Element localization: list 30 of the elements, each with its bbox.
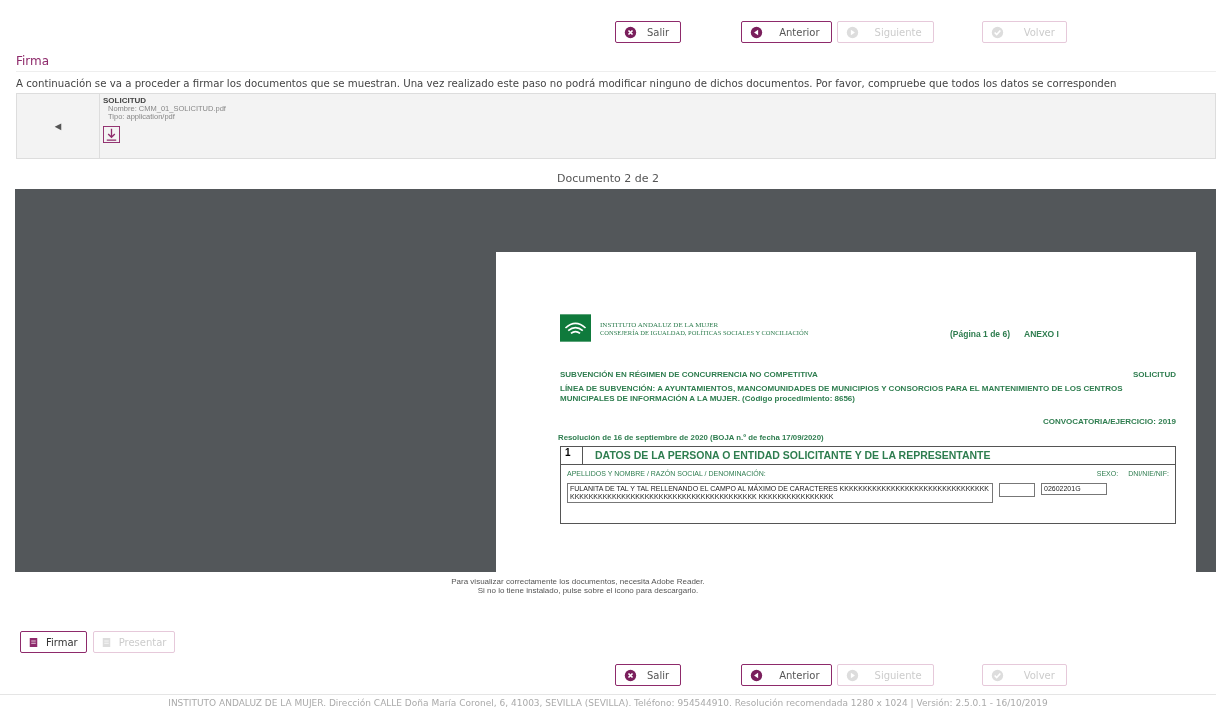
sex-field	[999, 482, 1035, 497]
footer-text: INSTITUTO ANDALUZ DE LA MUJER. Dirección CALLE Doña María Coronel, 6, 41003, SEVILLA (SEVILLA). Teléfono: 954544910. Resolución recomendada 1280 x 1024 | Versión: 2.5.0.1 - 16/10/2019	[167, 697, 1049, 708]
action-button[interactable]: Firmar	[20, 631, 87, 653]
document-icon	[101, 636, 111, 648]
nav-button[interactable]: Anterior	[741, 21, 832, 43]
pdf-heading: SOLICITUD	[1132, 370, 1176, 379]
close-icon	[624, 668, 637, 682]
close-icon	[624, 25, 637, 39]
nav-button[interactable]: Salir	[615, 21, 682, 43]
page-indicator: (Página 1 de 6)	[950, 329, 1010, 339]
section-title: Firma	[16, 54, 1216, 72]
annex-label: ANEXO I	[1024, 329, 1059, 339]
nav-button[interactable]: Anterior	[741, 664, 832, 686]
section-heading: DATOS DE LA PERSONA O ENTIDAD SOLICITANTE Y DE LA REPRESENTANTE	[594, 449, 991, 462]
intro-text: A continuación se va a proceder a firmar los documentos que se muestran. Una vez realizado este paso no podrá modificar ninguno de dichos documentos. Por favor, compruebe que todos los datos se corresponden	[16, 78, 1118, 89]
document-counter: Documento 2 de 2	[556, 171, 660, 187]
section-number: 1	[561, 446, 583, 464]
pdf-heading: SUBVENCIÓN EN RÉGIMEN DE CONCURRENCIA NO COMPETITIVA	[560, 370, 818, 379]
logo-icon	[560, 314, 591, 342]
document-icon	[29, 636, 38, 648]
previous-document-button[interactable]: ◄	[52, 120, 64, 132]
nav-button[interactable]: Salir	[615, 664, 682, 686]
pdf-heading: LÍNEA DE SUBVENCIÓN: A AYUNTAMIENTOS, MANCOMUNIDADES DE MUNICIPIOS Y CONSORCIOS PARA EL MANTENIMIENTO DE LOS CENTROS MUNICIPALES DE INFORMACIÓN A LA MUJER. (Código procedimiento: 8656)	[560, 384, 1124, 405]
notice-text: Si no lo tiene instalado, pulse sobre el icono para descargarlo.	[476, 586, 700, 595]
download-icon[interactable]	[103, 125, 120, 143]
check-icon	[990, 668, 1004, 682]
pdf-heading: CONVOCATORIA/EJERCICIO: 2019	[1042, 416, 1176, 426]
document-title: SOLICITUD	[103, 96, 147, 105]
check-icon	[990, 25, 1004, 39]
notice-text: Para visualizar correctamente los documentos, necesita Adobe Reader.	[450, 577, 706, 586]
